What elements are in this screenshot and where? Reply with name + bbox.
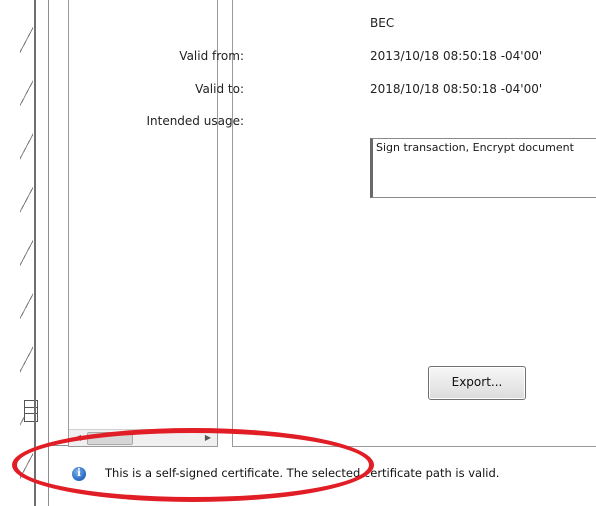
status-message: This is a self-signed certificate. The s… (105, 466, 500, 480)
intended-usage-field[interactable]: Sign transaction, Encrypt document (370, 138, 596, 198)
issuer-value: BEC (370, 16, 395, 30)
status-bar: i This is a self-signed certificate. The… (49, 447, 596, 506)
info-icon: i (72, 467, 86, 481)
valid-to-label: Valid to: (195, 82, 244, 96)
export-button[interactable]: Export... (428, 366, 526, 400)
valid-from-label: Valid from: (179, 49, 244, 63)
horizontal-scrollbar[interactable]: ◀ ▶ (69, 429, 217, 446)
window-border (34, 0, 36, 506)
window-edge-hatch (20, 0, 33, 506)
scroll-left-icon[interactable]: ◀ (71, 430, 85, 446)
valid-to-value: 2018/10/18 08:50:18 -04'00' (370, 82, 543, 96)
intended-usage-label: Intended usage: (146, 114, 244, 128)
certificate-details-panel (232, 0, 596, 447)
certificate-path-list[interactable]: ◀ ▶ (68, 0, 218, 447)
valid-from-value: 2013/10/18 08:50:18 -04'00' (370, 49, 543, 63)
intended-usage-value: Sign transaction, Encrypt document (376, 141, 574, 154)
certificate-viewer-window: ◀ ▶ BEC Valid from: 2013/10/18 08:50:18 … (0, 0, 596, 506)
scroll-thumb[interactable] (87, 432, 133, 445)
panel-divider (48, 0, 49, 506)
scroll-right-icon[interactable]: ▶ (201, 430, 215, 446)
